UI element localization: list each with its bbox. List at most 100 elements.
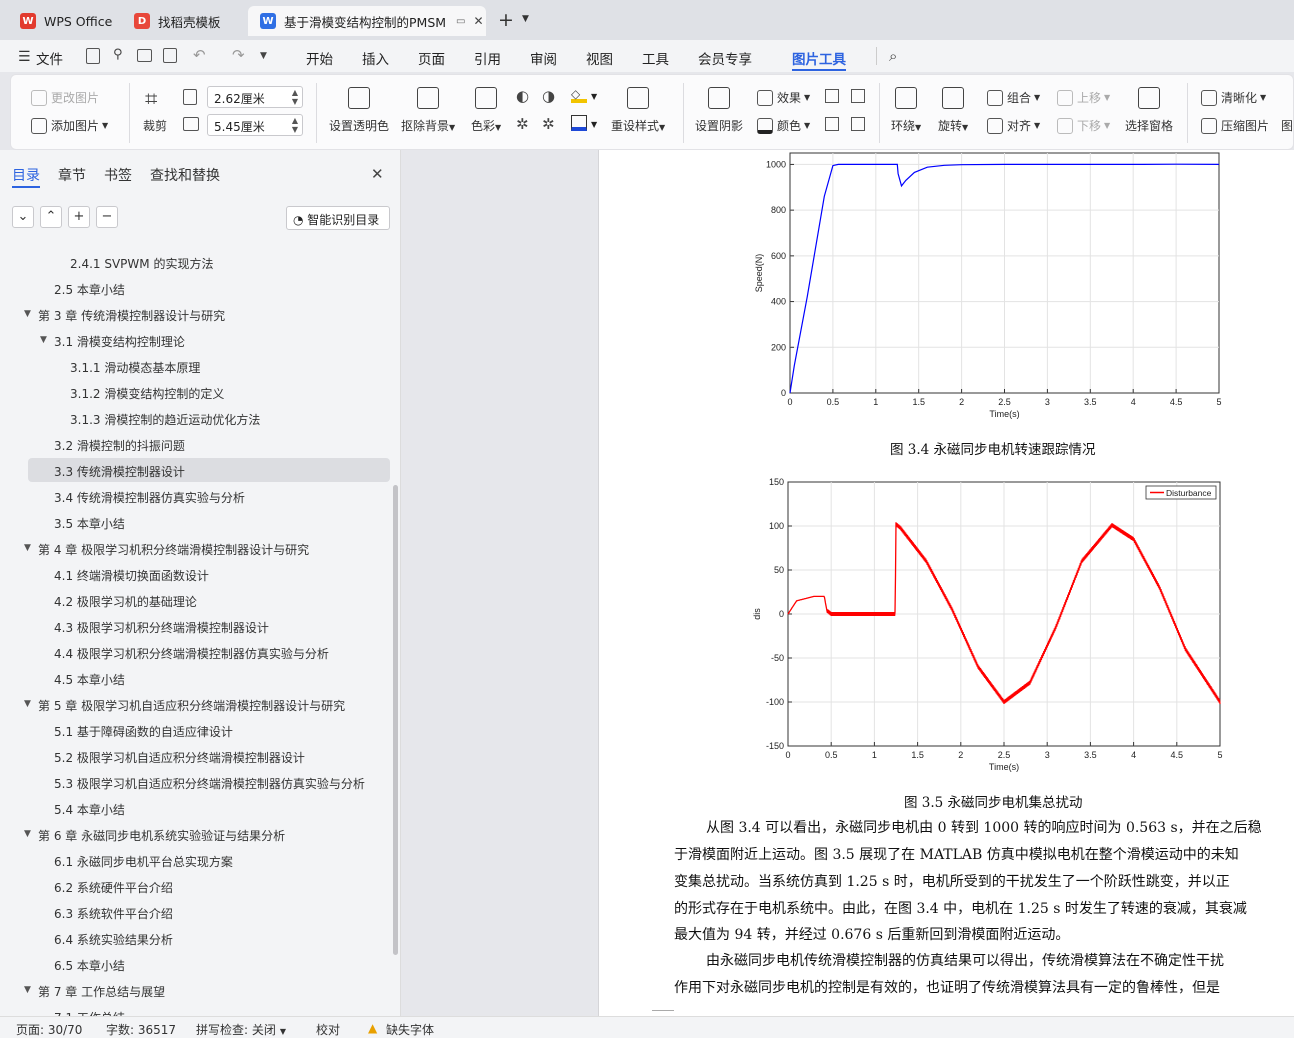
sharpen-button[interactable]: 清晰化 ▼ <box>1201 89 1266 106</box>
toc-item[interactable]: 第 7 章 工作总结与展望 <box>38 983 165 1000</box>
menu-references[interactable]: 引用 <box>474 48 501 68</box>
toc-item[interactable]: 6.1 永磁同步电机平台总实现方案 <box>54 853 233 870</box>
toc-item[interactable]: 3.3 传统滑模控制器设计 <box>54 463 185 480</box>
toc-item[interactable]: 第 6 章 永磁同步电机系统实验验证与结果分析 <box>38 827 285 844</box>
contrast-icon[interactable]: ◑ <box>542 87 555 105</box>
compress-button[interactable]: 压缩图片 <box>1201 117 1269 134</box>
hamburger-icon[interactable]: ☰ <box>18 49 31 65</box>
close-tab-icon[interactable]: ✕ <box>473 14 483 28</box>
toc-item[interactable]: 5.2 极限学习机自适应积分终端滑模控制器设计 <box>54 749 305 766</box>
menu-file[interactable]: 文件 <box>36 48 63 68</box>
toc-item[interactable]: 3.4 传统滑模控制器仿真实验与分析 <box>54 489 245 506</box>
new-tab-button[interactable]: + <box>498 9 514 31</box>
change-picture-button[interactable]: 更改图片 <box>31 89 99 106</box>
search-icon[interactable]: ⌕ <box>889 47 897 65</box>
toc-item[interactable]: 6.5 本章小结 <box>54 957 125 974</box>
proofread-button[interactable]: 校对 <box>316 1021 340 1038</box>
expand-caret-icon[interactable]: ▼ <box>24 699 31 709</box>
speed-chart[interactable]: 0 0.5 1 1.5 2 2.5 3 3.5 4 4.5 5 0 200 400 600 800 1000 Ti… <box>740 150 1240 425</box>
tab-find-replace[interactable]: 查找和替换 <box>150 165 220 185</box>
shadow-up-icon[interactable] <box>825 89 839 103</box>
width-field[interactable]: 5.45厘米 ▲ ▼ <box>207 114 303 136</box>
toc-item[interactable]: 6.2 系统硬件平台介绍 <box>54 879 173 896</box>
align-button[interactable]: 对齐 ▼ <box>987 117 1040 134</box>
word-count[interactable]: 字数: 36517 <box>106 1021 176 1038</box>
expand-caret-icon[interactable]: ▼ <box>24 829 31 839</box>
chevron-down-icon[interactable]: ▼ <box>591 92 597 101</box>
expand-caret-icon[interactable]: ▼ <box>24 543 31 553</box>
expand-caret-icon[interactable]: ▼ <box>40 335 47 345</box>
toc-item[interactable]: 第 4 章 极限学习机积分终端滑模控制器设计与研究 <box>38 541 309 558</box>
color-button[interactable]: 色彩▼ <box>471 87 501 134</box>
crop-icon[interactable]: ⌗ <box>145 87 157 112</box>
group-button[interactable]: 组合 ▼ <box>987 89 1040 106</box>
toc-item[interactable]: 3.2 滑模控制的抖振问题 <box>54 437 185 454</box>
shadow-right-icon[interactable] <box>851 117 865 131</box>
missing-font-button[interactable]: 缺失字体 <box>386 1021 434 1038</box>
disturbance-chart[interactable]: 0 0.5 1 1.5 2 2.5 3 3.5 4 4.5 5 -150 -100 -50 0 50 100 15… <box>740 472 1240 777</box>
menu-tools[interactable]: 工具 <box>642 48 669 68</box>
menu-picture-tools[interactable]: 图片工具 <box>792 48 846 68</box>
move-up-button[interactable]: 上移 ▼ <box>1057 89 1110 106</box>
toc-item[interactable]: 3.1.1 滑动模态基本原理 <box>70 359 200 376</box>
toc-item[interactable]: 6.3 系统软件平台介绍 <box>54 905 173 922</box>
add-picture-button[interactable]: 添加图片 ▼ <box>31 117 108 134</box>
tab-chapters[interactable]: 章节 <box>58 165 86 185</box>
brightness-down-icon[interactable]: ✲ <box>516 115 529 133</box>
move-down-button[interactable]: 下移 ▼ <box>1057 117 1110 134</box>
menu-insert[interactable]: 插入 <box>362 48 389 68</box>
undo-icon[interactable]: ↶ <box>193 46 206 64</box>
fill-color-icon[interactable]: ◇ <box>571 87 587 103</box>
more-button[interactable]: 图 <box>1281 117 1293 134</box>
menu-member[interactable]: 会员专享 <box>698 48 752 68</box>
toc-item[interactable]: 4.5 本章小结 <box>54 671 125 688</box>
toc-item[interactable]: 3.5 本章小结 <box>54 515 125 532</box>
selection-pane-button[interactable]: 选择窗格 <box>1125 87 1173 134</box>
toc-item[interactable]: 4.4 极限学习机积分终端滑模控制器仿真实验与分析 <box>54 645 329 662</box>
toc-item[interactable]: 5.3 极限学习机自适应积分终端滑模控制器仿真实验与分析 <box>54 775 365 792</box>
scrollbar-thumb[interactable] <box>393 485 398 955</box>
add-entry-button[interactable]: + <box>68 206 90 228</box>
menu-view[interactable]: 视图 <box>586 48 613 68</box>
toc-item[interactable]: 第 3 章 传统滑模控制器设计与研究 <box>38 307 225 324</box>
shadow-color-button[interactable]: 颜色 ▼ <box>757 117 810 134</box>
menu-page[interactable]: 页面 <box>418 48 445 68</box>
tab-toc[interactable]: 目录 <box>12 165 40 185</box>
print-preview-icon[interactable] <box>163 48 177 63</box>
tab-wps-office[interactable]: W WPS Office <box>8 6 116 36</box>
print-icon[interactable] <box>137 49 152 62</box>
toc-item[interactable]: 3.1 滑模变结构控制理论 <box>54 333 185 350</box>
toc-item[interactable]: 6.4 系统实验结果分析 <box>54 931 173 948</box>
menu-review[interactable]: 审阅 <box>530 48 557 68</box>
chevron-down-icon[interactable]: ▼ <box>591 120 597 129</box>
contrast-down-icon[interactable]: ✲ <box>542 115 555 133</box>
shadow-down-icon[interactable] <box>851 89 865 103</box>
page-indicator[interactable]: 页面: 30/70 <box>16 1021 82 1038</box>
brightness-up-icon[interactable]: ◐ <box>516 87 529 105</box>
tab-docer[interactable]: D 找稻壳模板 <box>122 6 240 36</box>
crop-button[interactable]: 裁剪 <box>143 117 167 134</box>
smart-toc-button[interactable]: ◔ 智能识别目录 <box>286 206 390 230</box>
toc-item[interactable]: 2.5 本章小结 <box>54 281 125 298</box>
toc-item[interactable]: 3.1.3 滑模控制的趋近运动优化方法 <box>70 411 260 428</box>
rotate-button[interactable]: 旋转▼ <box>938 87 968 134</box>
tab-document[interactable]: W 基于滑模变结构控制的PMSM ▭ ✕ <box>248 6 486 36</box>
tab-bookmarks[interactable]: 书签 <box>104 165 132 185</box>
toc-item[interactable]: 5.1 基于障碍函数的自适应律设计 <box>54 723 233 740</box>
reset-style-button[interactable]: 重设样式▼ <box>611 87 665 134</box>
toc-item[interactable]: 3.1.2 滑模变结构控制的定义 <box>70 385 224 402</box>
chevron-down-icon[interactable]: ▼ <box>522 14 529 24</box>
wrap-button[interactable]: 环绕▼ <box>891 87 921 134</box>
menu-home[interactable]: 开始 <box>306 48 333 68</box>
expand-caret-icon[interactable]: ▼ <box>24 985 31 995</box>
toc-item[interactable]: 4.2 极限学习机的基础理论 <box>54 593 197 610</box>
set-shadow-button[interactable]: 设置阴影 <box>695 87 743 134</box>
toc-item[interactable]: 5.4 本章小结 <box>54 801 125 818</box>
spellcheck-toggle[interactable]: 拼写检查: 关闭 ▼ <box>196 1021 286 1038</box>
toc-item[interactable]: 4.3 极限学习机积分终端滑模控制器设计 <box>54 619 269 636</box>
height-field[interactable]: 2.62厘米 ▲ ▼ <box>207 86 303 108</box>
toc-item[interactable]: 4.1 终端滑模切换面函数设计 <box>54 567 209 584</box>
redo-icon[interactable]: ↷ <box>232 46 245 64</box>
collapse-up-button[interactable]: ⌃ <box>40 206 62 228</box>
set-transparent-button[interactable]: 设置透明色 <box>329 87 389 134</box>
